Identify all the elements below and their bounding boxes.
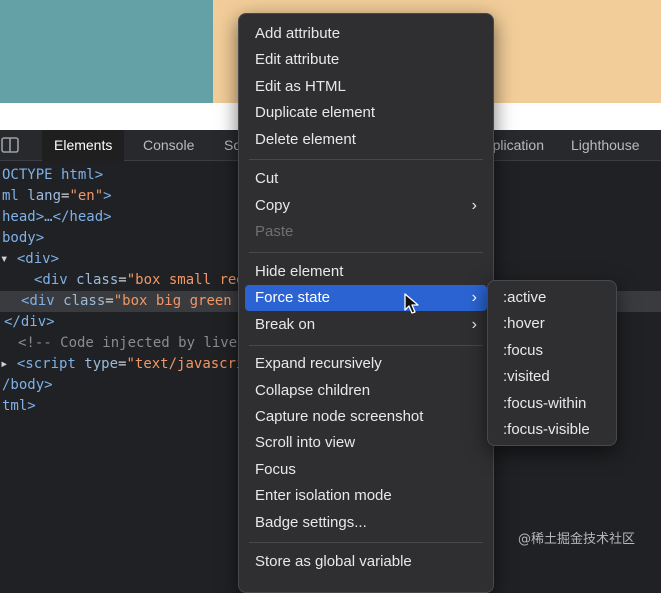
attr-equals: = [118,272,127,288]
html-close-text: tml> [2,398,36,414]
dom-node-div-small-red[interactable]: <div class="box small red [34,270,245,291]
menu-item-duplicate-element[interactable]: Duplicate element [245,100,487,126]
menu-item-badge-settings[interactable]: Badge settings... [245,510,487,536]
dom-node-body[interactable]: body> [2,228,44,249]
menu-item-force-state-label: Force state [255,289,331,306]
chevron-right-icon: › [471,197,477,214]
tag-close: > [103,188,112,204]
menu-item-add-attribute[interactable]: Add attribute [245,21,487,47]
div-text: <div> [16,251,60,267]
menu-item-edit-as-html[interactable]: Edit as HTML [245,74,487,100]
class-value: "box small red [126,272,245,288]
div-tag: <div [34,272,68,288]
div-close-text: </div> [4,314,55,330]
chevron-right-icon: › [471,316,477,333]
dom-node-html-close[interactable]: tml> [2,396,36,417]
body-close-text: /body> [2,377,53,393]
dom-node-comment[interactable]: <!-- Code injected by live- [18,333,246,354]
type-value: "text/javascri [126,356,245,372]
tab-elements[interactable]: Elements [42,130,125,161]
context-menu: Add attribute Edit attribute Edit as HTM… [238,13,494,593]
dom-node-body-close[interactable]: /body> [2,375,53,396]
dom-node-doctype[interactable]: OCTYPE html> [2,165,103,186]
dock-side-icon[interactable] [0,136,22,154]
small-red-box[interactable] [0,0,213,103]
type-attr: type [75,356,119,372]
menu-divider [249,345,483,346]
watermark: @稀土掘金技术社区 [518,532,636,547]
submenu-item-focus-visible[interactable]: :focus-visible [494,417,610,443]
comment-text: <!-- Code injected by live- [18,335,246,351]
menu-item-hide-element[interactable]: Hide element [245,259,487,285]
menu-item-scroll-into-view[interactable]: Scroll into view [245,430,487,456]
menu-item-capture-node-screenshot[interactable]: Capture node screenshot [245,404,487,430]
menu-item-delete-element[interactable]: Delete element [245,127,487,153]
script-tag: <script [16,356,76,372]
menu-item-break-on[interactable]: Break on › [245,312,487,338]
lang-value: "en" [69,188,104,204]
force-state-submenu: :active :hover :focus :visited :focus-wi… [487,280,617,446]
menu-divider [249,252,483,253]
menu-item-collapse-children[interactable]: Collapse children [245,378,487,404]
mouse-pointer-icon [404,293,419,314]
submenu-item-active[interactable]: :active [494,285,610,311]
div-tag: <div [21,293,55,309]
lang-attr: lang [18,188,62,204]
menu-divider [249,159,483,160]
tab-sources[interactable]: Sources [224,130,238,161]
menu-item-focus[interactable]: Focus [245,457,487,483]
dom-node-div-close[interactable]: </div> [4,312,55,333]
chevron-right-icon: › [471,289,477,306]
class-value: "box big green [113,293,232,309]
expand-arrow-icon[interactable]: ▾ [0,251,17,267]
dom-node-head[interactable]: head>…</head> [2,207,112,228]
submenu-item-focus-within[interactable]: :focus-within [494,391,610,417]
menu-item-copy-label: Copy [255,197,291,214]
menu-item-store-as-global-variable[interactable]: Store as global variable [245,549,487,575]
body-text: body> [2,230,45,246]
submenu-item-hover[interactable]: :hover [494,311,610,337]
dom-node-script[interactable]: ▸ <script type="text/javascri [0,354,244,375]
html-tag: ml [2,188,19,204]
menu-item-break-on-label: Break on [255,316,316,333]
submenu-item-focus[interactable]: :focus [494,338,610,364]
tab-lighthouse[interactable]: Lighthouse [571,130,640,161]
menu-item-force-state[interactable]: Force state › [245,285,487,311]
head-text: head>…</head> [2,209,112,225]
menu-item-expand-recursively[interactable]: Expand recursively [245,351,487,377]
menu-divider [249,542,483,543]
menu-item-copy[interactable]: Copy › [245,193,487,219]
tab-console[interactable]: Console [143,130,194,161]
menu-item-paste: Paste [255,223,294,240]
class-attr: class [67,272,119,288]
menu-item-cut[interactable]: Cut [245,166,487,192]
class-attr: class [54,293,106,309]
dom-node-div[interactable]: ▾ <div> [0,249,59,270]
attr-equals: = [105,293,114,309]
menu-item-edit-attribute[interactable]: Edit attribute [245,47,487,73]
dom-node-html[interactable]: ml lang="en"> [2,186,112,207]
expand-arrow-icon[interactable]: ▸ [0,356,17,372]
doctype-text: OCTYPE html> [2,167,104,183]
submenu-item-visited[interactable]: :visited [494,364,610,390]
menu-item-enter-isolation-mode[interactable]: Enter isolation mode [245,483,487,509]
